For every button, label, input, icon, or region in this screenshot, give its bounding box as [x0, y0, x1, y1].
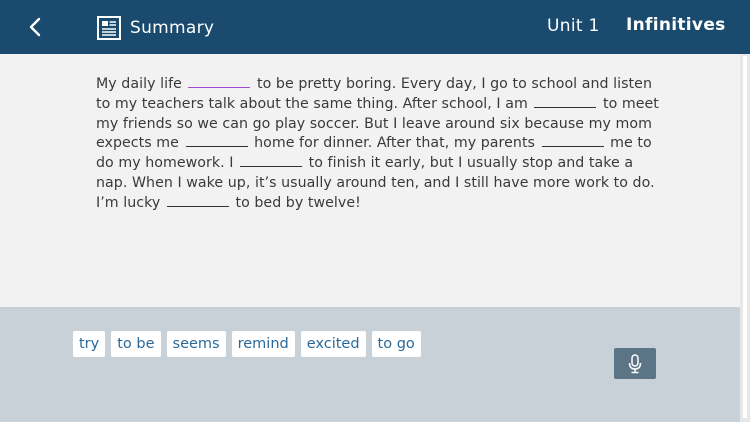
summary-button[interactable]: Summary [96, 14, 214, 42]
passage-text: My daily life [96, 76, 182, 92]
chevron-left-icon [29, 17, 41, 37]
blank-2[interactable] [534, 96, 597, 108]
passage-text: to bed by twelve! [235, 194, 361, 211]
microphone-button[interactable] [614, 348, 656, 379]
blank-5[interactable] [240, 155, 303, 168]
word-bank: try to be seems remind excited to go [73, 331, 421, 357]
blank-6[interactable] [166, 195, 229, 207]
unit-label: Unit 1 [547, 16, 600, 36]
blank-3[interactable] [185, 135, 248, 148]
microphone-icon [628, 353, 642, 373]
fill-in-passage: My daily life to be pretty boring. Every… [96, 75, 666, 214]
word-chip-excited[interactable]: excited [300, 331, 366, 357]
passage-text: home for dinner. After that, my parents [254, 135, 536, 152]
word-chip-remind[interactable]: remind [231, 331, 295, 357]
blank-1[interactable] [188, 76, 251, 88]
back-button[interactable] [24, 13, 50, 41]
blank-4[interactable] [541, 135, 604, 148]
word-chip-to-be[interactable]: to be [111, 331, 161, 357]
top-bar: Summary Unit 1 Infinitives [0, 0, 750, 54]
word-chip-try[interactable]: try [73, 331, 106, 357]
summary-label: Summary [130, 18, 215, 38]
word-chip-to-go[interactable]: to go [371, 331, 421, 357]
scrollbar[interactable] [740, 54, 750, 422]
word-chip-seems[interactable]: seems [166, 331, 226, 357]
scrollbar-thumb[interactable] [743, 56, 747, 418]
unit-title: Infinitives [626, 15, 726, 35]
document-icon [96, 15, 122, 41]
